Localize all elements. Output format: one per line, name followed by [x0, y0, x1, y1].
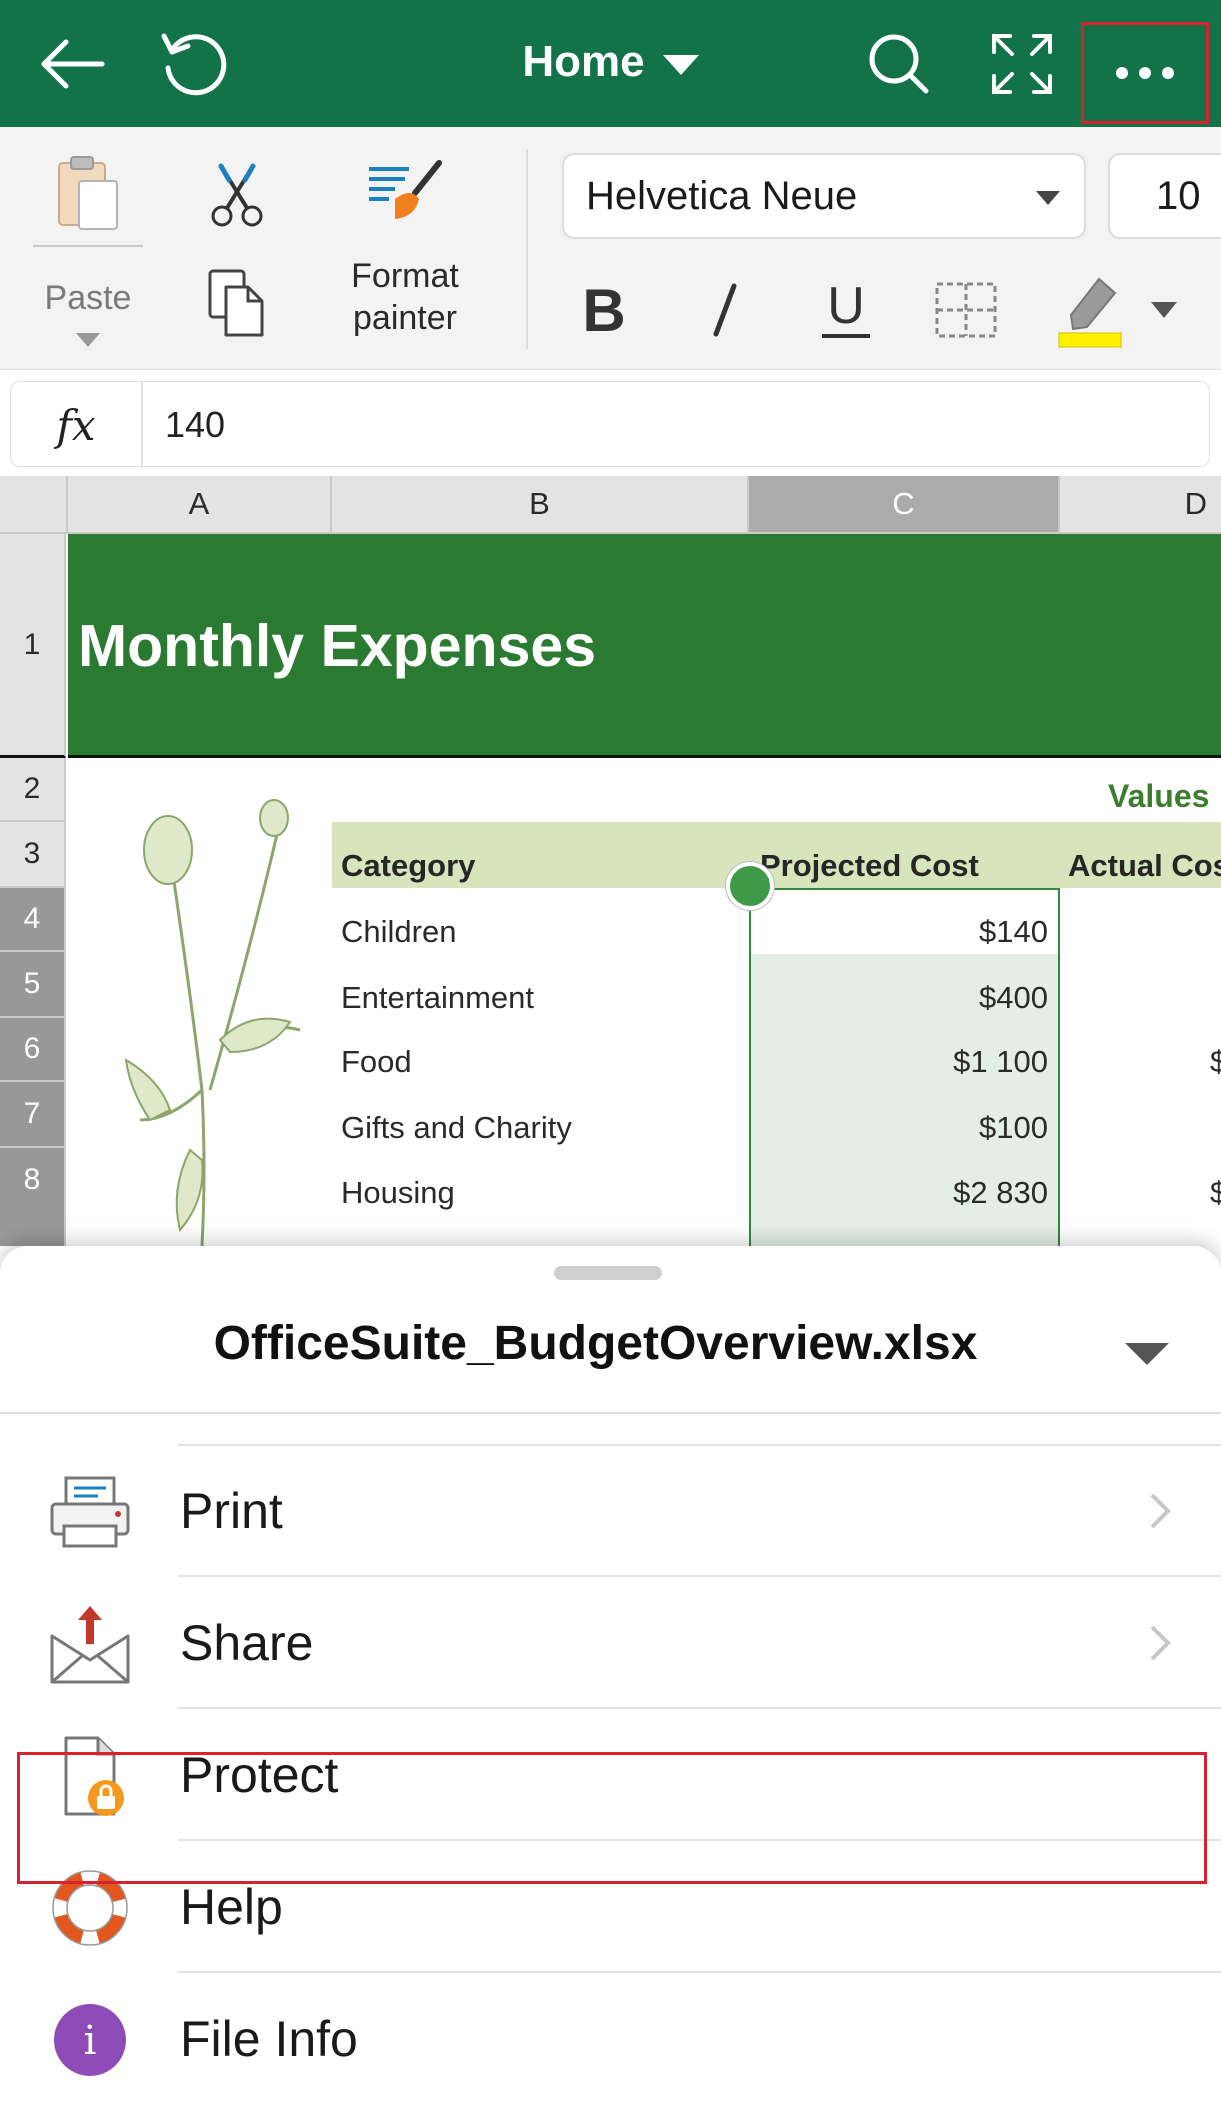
italic-icon: [713, 283, 737, 337]
paste-button[interactable]: Paste: [30, 147, 146, 367]
format-painter-label-line2: painter: [353, 299, 457, 337]
menu-item-label: Print: [180, 1483, 283, 1539]
table-row-category[interactable]: Gifts and Charity: [341, 1110, 572, 1146]
clipboard-icon: [58, 156, 118, 230]
table-row-category[interactable]: Children: [341, 914, 456, 950]
row-header-3[interactable]: 3: [0, 822, 66, 888]
format-painter-button[interactable]: Format painter: [330, 159, 480, 359]
row-header-8[interactable]: 8: [0, 1148, 66, 1246]
table-row-actual[interactable]: $: [1210, 1044, 1221, 1080]
row-header-7[interactable]: 7: [0, 1082, 66, 1148]
row-header-4[interactable]: 4: [0, 888, 66, 952]
menu-item-print[interactable]: Print: [0, 1445, 1221, 1577]
sheet-divider: [0, 1412, 1221, 1414]
paste-label: Paste: [44, 279, 132, 317]
column-header-d[interactable]: D: [1060, 476, 1221, 534]
ribbon-tab-title: Home: [522, 37, 645, 86]
formula-input[interactable]: 140: [165, 382, 225, 468]
italic-button[interactable]: [690, 265, 758, 355]
row-header-2[interactable]: 2: [0, 758, 66, 822]
fullscreen-icon[interactable]: [978, 20, 1066, 108]
menu-item-label: Share: [180, 1615, 314, 1671]
protect-highlight-box: [17, 1752, 1207, 1884]
file-name-title[interactable]: OfficeSuite_BudgetOverview.xlsx: [0, 1316, 1221, 1371]
table-row-category[interactable]: Food: [341, 1044, 412, 1080]
file-menu-sheet: OfficeSuite_BudgetOverview.xlsx Export t…: [0, 1246, 1221, 2125]
row-header-5[interactable]: 5: [0, 952, 66, 1018]
top-app-bar: Home: [0, 0, 1221, 127]
borders-icon: [935, 282, 997, 338]
chevron-down-icon: [76, 333, 100, 347]
flower-illustration: [124, 799, 301, 1246]
table-row-category[interactable]: Entertainment: [341, 980, 534, 1016]
info-icon: i: [40, 1995, 140, 2085]
menu-item-share[interactable]: Share: [0, 1577, 1221, 1709]
selection-handle[interactable]: [726, 862, 774, 910]
title-cell[interactable]: Monthly Expenses: [68, 534, 1221, 758]
table-row-category[interactable]: Housing: [341, 1175, 455, 1211]
chevron-down-icon: [1151, 302, 1177, 318]
table-row-projected[interactable]: $100: [828, 1110, 1048, 1146]
chevron-down-icon[interactable]: [1125, 1343, 1169, 1365]
scissors-icon: [211, 163, 263, 227]
header-actual-cost[interactable]: Actual Cos: [1068, 848, 1221, 884]
column-header-a[interactable]: A: [68, 476, 332, 534]
underline-icon: U: [827, 277, 865, 335]
formula-bar[interactable]: fx 140: [10, 381, 1210, 468]
search-icon[interactable]: [855, 20, 943, 108]
column-header-c[interactable]: C: [749, 476, 1060, 534]
column-header-b[interactable]: B: [332, 476, 749, 534]
sheet-title: Monthly Expenses: [78, 613, 597, 679]
table-row-projected[interactable]: $2 830: [828, 1175, 1048, 1211]
format-painter-label-line1: Format: [351, 257, 459, 295]
menu-item-file-info[interactable]: i File Info: [0, 1973, 1221, 2105]
home-ribbon: Paste Format painter Helvetica Neue 10 B…: [0, 127, 1221, 370]
printer-icon: [40, 1467, 140, 1557]
more-options-icon: [1116, 67, 1174, 79]
sheet-drag-handle[interactable]: [554, 1266, 662, 1280]
font-family-select[interactable]: Helvetica Neue: [562, 153, 1086, 239]
chevron-right-icon: [1140, 1491, 1180, 1531]
bold-button[interactable]: B: [570, 265, 638, 355]
font-size-select[interactable]: 10: [1108, 153, 1221, 239]
share-icon: [40, 1599, 140, 1689]
chevron-right-icon: [1140, 1623, 1180, 1663]
borders-button[interactable]: [932, 265, 1000, 355]
svg-text:i: i: [84, 2018, 97, 2064]
bold-icon: B: [582, 276, 626, 344]
header-projected-cost[interactable]: Projected Cost: [760, 848, 979, 884]
chevron-down-icon: [1036, 191, 1060, 205]
table-row-projected[interactable]: $400: [828, 980, 1048, 1016]
values-label: Values: [1108, 778, 1210, 814]
row-header-6[interactable]: 6: [0, 1018, 66, 1082]
header-category[interactable]: Category: [341, 848, 475, 884]
font-size-value: 10: [1156, 173, 1201, 218]
copy-icon: [208, 269, 264, 337]
chevron-down-icon: [662, 55, 699, 75]
highlighter-icon: [1058, 277, 1122, 348]
underline-button[interactable]: U: [812, 265, 880, 355]
table-row-projected[interactable]: $1 100: [828, 1044, 1048, 1080]
cut-button[interactable]: [200, 159, 274, 231]
row-header-1[interactable]: 1: [0, 534, 66, 758]
copy-button[interactable]: [200, 263, 274, 343]
font-family-value: Helvetica Neue: [586, 173, 858, 218]
highlight-color-dropdown[interactable]: [1144, 265, 1184, 355]
table-row-projected[interactable]: $140: [828, 914, 1048, 950]
function-icon[interactable]: fx: [11, 382, 143, 468]
highlight-color-button[interactable]: [1048, 265, 1132, 355]
more-options-button[interactable]: [1081, 22, 1209, 124]
format-painter-icon: [369, 160, 442, 219]
corner-select-all[interactable]: [0, 476, 68, 534]
ribbon-divider: [526, 149, 528, 349]
menu-item-label: File Info: [180, 2011, 358, 2067]
table-row-actual[interactable]: $: [1210, 1175, 1221, 1211]
